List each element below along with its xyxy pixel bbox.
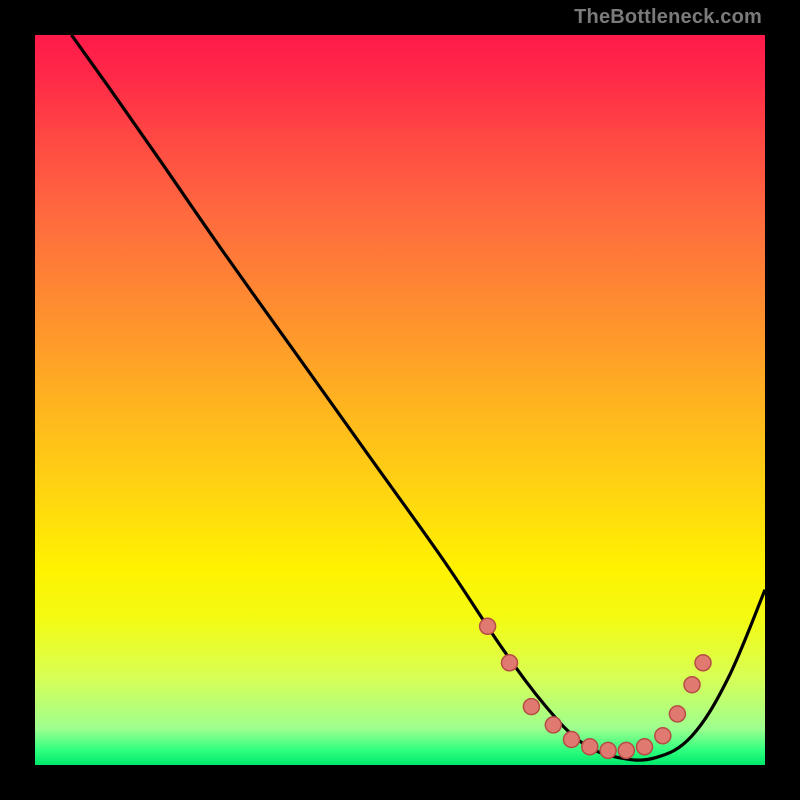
highlight-dots [480, 618, 711, 758]
highlight-dot [684, 677, 700, 693]
curve-layer [35, 35, 765, 765]
plot-area [35, 35, 765, 765]
highlight-dot [480, 618, 496, 634]
highlight-dot [564, 732, 580, 748]
highlight-dot [669, 706, 685, 722]
highlight-dot [582, 739, 598, 755]
highlight-dot [502, 655, 518, 671]
highlight-dot [600, 742, 616, 758]
highlight-dot [618, 742, 634, 758]
highlight-dot [545, 717, 561, 733]
bottleneck-curve [72, 35, 766, 760]
highlight-dot [695, 655, 711, 671]
highlight-dot [523, 699, 539, 715]
watermark-text: TheBottleneck.com [574, 6, 762, 29]
chart-frame: TheBottleneck.com [0, 0, 800, 800]
highlight-dot [655, 728, 671, 744]
highlight-dot [637, 739, 653, 755]
